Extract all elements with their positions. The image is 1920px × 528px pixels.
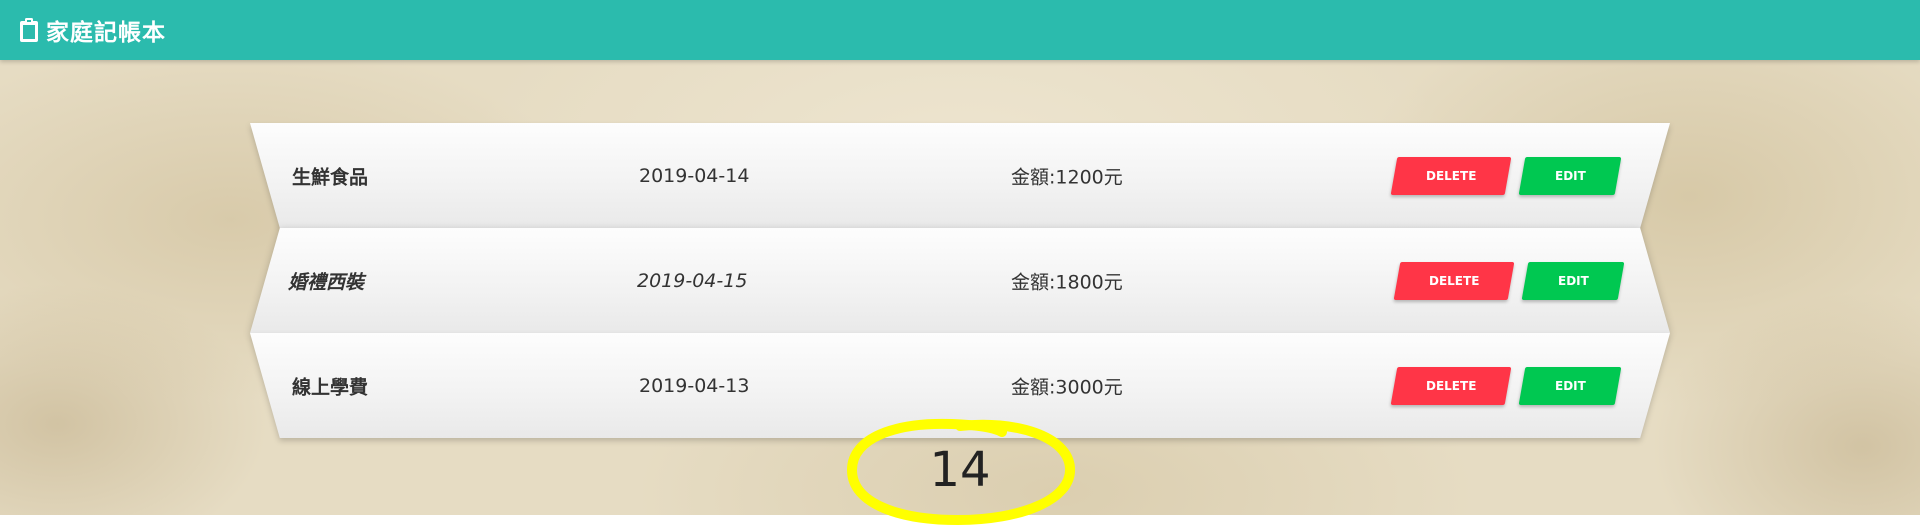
- delete-button[interactable]: DELETE: [1390, 366, 1512, 405]
- record-item: 婚禮西裝: [288, 271, 365, 293]
- record-item: 生鮮食品: [292, 166, 369, 188]
- record-amount: 金額:3000元: [1011, 376, 1123, 398]
- total-value: 14: [929, 442, 991, 498]
- top-navbar: 家庭記帳本: [0, 0, 1920, 60]
- edit-button-label: EDIT: [1554, 378, 1586, 393]
- edit-button-label: EDIT: [1557, 273, 1589, 288]
- delete-button[interactable]: DELETE: [1390, 156, 1512, 195]
- edit-button[interactable]: EDIT: [1518, 366, 1622, 405]
- record-row: 婚禮西裝 2019-04-15 金額:1800元 DELETE EDIT: [250, 228, 1670, 333]
- delete-button-label: DELETE: [1425, 378, 1477, 393]
- total-area: 14: [840, 408, 1080, 528]
- record-date: 2019-04-15: [637, 269, 748, 292]
- record-amount: 金額:1200元: [1011, 166, 1123, 188]
- delete-button[interactable]: DELETE: [1393, 261, 1515, 300]
- delete-button-label: DELETE: [1425, 168, 1477, 183]
- edit-button[interactable]: EDIT: [1521, 261, 1625, 300]
- record-date: 2019-04-13: [639, 374, 750, 397]
- app-title: 家庭記帳本: [46, 20, 166, 46]
- edit-button[interactable]: EDIT: [1518, 156, 1622, 195]
- record-item: 線上學費: [292, 376, 369, 398]
- delete-button-label: DELETE: [1428, 273, 1480, 288]
- record-list: 生鮮食品 2019-04-14 金額:1200元 DELETE EDIT 婚禮西…: [250, 123, 1670, 438]
- edit-button-label: EDIT: [1554, 168, 1586, 183]
- record-date: 2019-04-14: [639, 164, 750, 187]
- record-amount: 金額:1800元: [1011, 271, 1123, 293]
- record-row: 生鮮食品 2019-04-14 金額:1200元 DELETE EDIT: [250, 123, 1670, 228]
- clipboard-icon: [18, 17, 40, 43]
- app-brand[interactable]: 家庭記帳本: [18, 13, 166, 47]
